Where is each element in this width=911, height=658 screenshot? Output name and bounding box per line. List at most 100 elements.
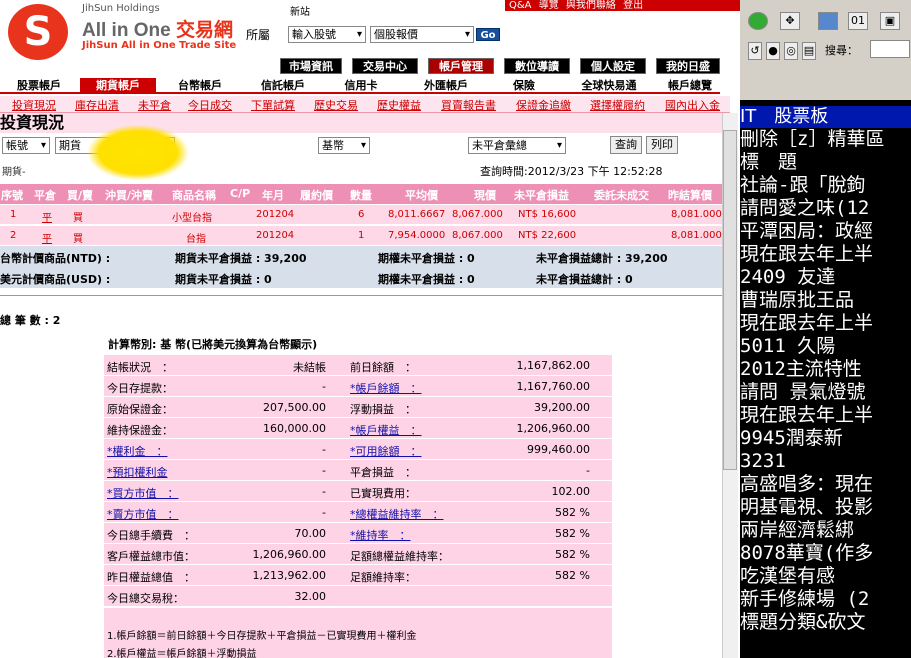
nav-trade-center[interactable]: 交易中心 (352, 58, 418, 74)
board-line[interactable]: 請問愛之味(12 (740, 197, 869, 220)
print-button[interactable]: 列印 (646, 136, 678, 154)
board-line[interactable]: 3231 (740, 450, 786, 473)
position-type-select[interactable]: 未平倉彙總 (468, 137, 566, 154)
tab-trust[interactable]: 信託帳戶 (244, 78, 322, 94)
nav-digital-guide[interactable]: 數位導讀 (504, 58, 570, 74)
board-line[interactable]: 平潭困局：政經 (740, 220, 873, 243)
table-row: *買方市值 ： - 已實現費用： 102.00 (104, 481, 612, 502)
nav-my-jihsun[interactable]: 我的日盛 (656, 58, 720, 74)
tab-twd[interactable]: 台幣帳戶 (160, 78, 240, 94)
board-line[interactable]: 明基電視、投影 (740, 496, 873, 519)
row-pnl: NT$ 22,600 (518, 230, 577, 241)
stock-search-input[interactable]: 輸入股號 (288, 26, 366, 43)
board-line[interactable]: 新手修練場 (2 (740, 588, 869, 611)
subnav-trial[interactable]: 下單試算 (251, 97, 295, 113)
field-label[interactable]: *總權益維持率 ： (350, 506, 444, 522)
subnav-history-equity[interactable]: 歷史權益 (377, 97, 421, 113)
guide-link[interactable]: 導覽 (539, 0, 559, 11)
summary-total: 未平倉損益總計 : 0 (536, 273, 633, 286)
board-line[interactable]: 現在跟去年上半 (740, 243, 873, 266)
top-utility-bar: Q&A 導覽 與我們聯絡 登出 (505, 0, 740, 11)
nav-settings[interactable]: 個人設定 (580, 58, 646, 74)
field-label[interactable]: *賣方市值 ： (107, 506, 179, 522)
close-link[interactable]: 平 (42, 209, 52, 224)
row-side: 買 (73, 234, 83, 245)
field-label[interactable]: *帳戶權益 ： (350, 422, 422, 438)
field-label[interactable]: *權利金 ： (107, 443, 168, 459)
board-line[interactable]: 請問 景氣燈號 (740, 381, 865, 404)
scrollbar-thumb[interactable] (723, 130, 737, 470)
subnav-clearance[interactable]: 庫存出清 (75, 97, 119, 113)
board-line[interactable]: 2012主流特性 (740, 358, 862, 381)
query-button[interactable]: 查詢 (610, 136, 642, 154)
image-icon[interactable]: ▣ (880, 12, 900, 30)
board-line[interactable]: 標 題 (740, 151, 797, 174)
tab-stock[interactable]: 股票帳戶 (0, 78, 78, 94)
tab-credit-card[interactable]: 信用卡 (326, 78, 396, 94)
subnav-today-deals[interactable]: 今日成交 (188, 97, 232, 113)
nav-market-info[interactable]: 市場資訊 (280, 58, 342, 74)
board-line[interactable]: 曹瑞原批王品 (740, 289, 854, 312)
tool-icon-4[interactable]: ▤ (802, 42, 816, 60)
location-label: 所屬 (246, 28, 271, 42)
field-label: 昨日權益總值 ： (107, 571, 195, 584)
board-line[interactable]: 9945潤泰新 (740, 427, 843, 450)
board-line[interactable]: 高盛唱多：現在 (740, 473, 873, 496)
board-line[interactable]: 5011 久陽 (740, 335, 835, 358)
main-nav: 市場資訊 交易中心 帳戶管理 數位導讀 個人設定 我的日盛 (280, 58, 720, 74)
tab-overview[interactable]: 帳戶總覽 (660, 78, 720, 94)
board-line[interactable]: 社論-跟「脫鉤 (740, 174, 865, 197)
field-label[interactable]: *預扣權利金 (107, 464, 168, 480)
close-link[interactable]: 平 (42, 230, 52, 245)
field-value: 39,200.00 (534, 401, 590, 414)
board-line[interactable]: 現在跟去年上半 (740, 404, 873, 427)
tab-futures[interactable]: 期貨帳戶 (80, 78, 156, 94)
board-line[interactable]: 兩岸經濟鬆綁 (740, 519, 854, 542)
summary-options: 期權未平倉損益 : 0 (378, 273, 475, 286)
board-line[interactable]: 2409 友達 (740, 266, 835, 289)
account-select[interactable]: 帳號 (2, 137, 50, 154)
subnav-open[interactable]: 未平倉 (138, 97, 171, 113)
field-label[interactable]: *買方市值 ： (107, 485, 179, 501)
board-line[interactable]: 8078華寶(作多 (740, 542, 873, 565)
board-line[interactable]: 標題分類&砍文 (740, 611, 865, 634)
nav-account-mgmt[interactable]: 帳戶管理 (428, 58, 494, 74)
field-value: 582 % (555, 506, 590, 519)
board-line[interactable]: 現在跟去年上半 (740, 312, 873, 335)
subnav-history[interactable]: 歷史交易 (314, 97, 358, 113)
subnav-margin-call[interactable]: 保證金追繳 (516, 97, 571, 113)
window-icon[interactable] (818, 12, 838, 30)
tool-icon-3[interactable]: ◎ (784, 42, 798, 60)
subnav-reports[interactable]: 買賣報告書 (441, 97, 496, 113)
table-row: *賣方市值 ： - *總權益維持率 ： 582 % (104, 502, 612, 523)
go-button[interactable]: Go (476, 28, 500, 41)
table-row: 1 平 買 小型台指 201204 6 8,011.6667 8,067.000… (0, 205, 722, 225)
board-line[interactable]: 刪除［z］精華區 (740, 128, 884, 151)
search-input[interactable] (870, 40, 910, 58)
contact-link[interactable]: 與我們聯絡 (566, 0, 616, 11)
gear-icon[interactable] (748, 12, 768, 30)
subnav-positions[interactable]: 投資現況 (12, 97, 56, 113)
field-label[interactable]: *維持率 ： (350, 527, 411, 543)
board-line[interactable]: 吃漢堡有感 (740, 565, 835, 588)
quote-type-select[interactable]: 個股報價 (370, 26, 474, 43)
subnav-options[interactable]: 選擇權履約 (590, 97, 645, 113)
new-site-link[interactable]: 新站 (290, 3, 310, 18)
field-label: 前日餘額 ： (350, 361, 416, 374)
currency-select[interactable]: 基幣 (318, 137, 370, 154)
move-icon[interactable]: ✥ (780, 12, 800, 30)
tool-icon-1[interactable]: ↺ (748, 42, 762, 60)
subnav-transfer[interactable]: 國內出入金 (665, 97, 720, 113)
field-label[interactable]: *帳戶餘額 ： (350, 380, 422, 396)
field-label[interactable]: *可用餘額 ： (350, 443, 422, 459)
tool-icon-2[interactable]: ● (766, 42, 780, 60)
field-value: 70.00 (294, 527, 327, 540)
tab-fx[interactable]: 外匯帳戶 (408, 78, 484, 94)
side-window: ✥ 01 ▣ ↺ ● ◎ ▤ 搜尋： IT 股票板 刪除［z］精華區標 題社論-… (740, 0, 911, 658)
tab-insurance[interactable]: 保險 (494, 78, 554, 94)
tab-global[interactable]: 全球快易通 (568, 78, 650, 94)
field-value: 102.00 (551, 485, 591, 498)
qa-link[interactable]: Q&A (509, 0, 532, 11)
binary-icon[interactable]: 01 (848, 12, 868, 30)
logout-link[interactable]: 登出 (623, 0, 643, 11)
